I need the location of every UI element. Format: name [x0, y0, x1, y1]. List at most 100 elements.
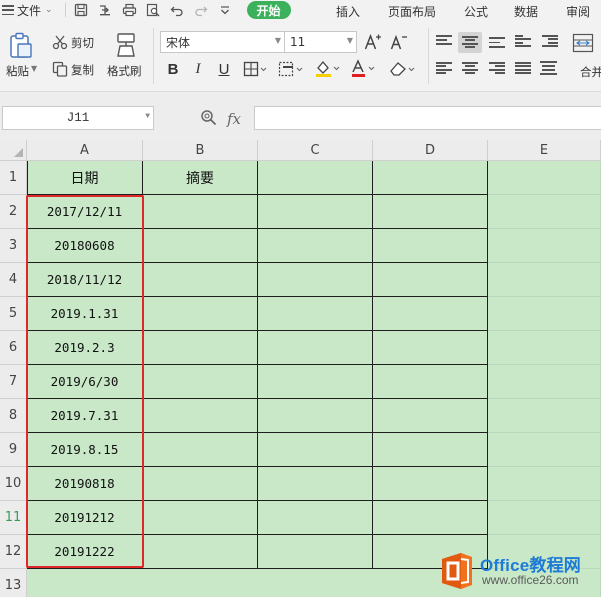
- print-preview-icon[interactable]: [146, 3, 161, 17]
- cell-B6[interactable]: [143, 331, 258, 365]
- cut-label[interactable]: 剪切: [71, 35, 94, 51]
- row-header-9[interactable]: 9: [0, 433, 27, 467]
- paste-icon[interactable]: [8, 32, 34, 63]
- tab-review[interactable]: 审阅: [566, 3, 590, 20]
- cell-style-icon[interactable]: [278, 61, 306, 80]
- format-painter-label[interactable]: 格式刷: [107, 63, 142, 79]
- align-top-icon[interactable]: [436, 35, 452, 45]
- align-left-icon[interactable]: [436, 62, 452, 74]
- redo-icon[interactable]: [194, 3, 209, 17]
- cell-B10[interactable]: [143, 467, 258, 501]
- row-header-13[interactable]: 13: [0, 569, 27, 597]
- cell-B8[interactable]: [143, 399, 258, 433]
- paste-dropdown-icon[interactable]: ▼: [31, 64, 37, 73]
- cell-C3[interactable]: [258, 229, 373, 263]
- save-icon[interactable]: [74, 3, 89, 17]
- column-header-B[interactable]: B: [143, 140, 258, 161]
- column-header-C[interactable]: C: [258, 140, 373, 161]
- zoom-lookup-icon[interactable]: [200, 109, 217, 129]
- underline-icon[interactable]: U: [215, 60, 233, 78]
- cell-D1[interactable]: [373, 161, 488, 195]
- justify-icon[interactable]: [515, 62, 531, 74]
- insert-function-icon[interactable]: fx: [227, 110, 241, 128]
- cell-D8[interactable]: [373, 399, 488, 433]
- cell-C7[interactable]: [258, 365, 373, 399]
- row-header-3[interactable]: 3: [0, 229, 27, 263]
- row-header-4[interactable]: 4: [0, 263, 27, 297]
- tab-page-layout[interactable]: 页面布局: [388, 3, 436, 20]
- cell-D3[interactable]: [373, 229, 488, 263]
- cell-C11[interactable]: [258, 501, 373, 535]
- cell-C12[interactable]: [258, 535, 373, 569]
- cell-C6[interactable]: [258, 331, 373, 365]
- bold-icon[interactable]: B: [164, 60, 182, 78]
- file-menu[interactable]: 文件 ⌄: [0, 0, 53, 20]
- row-header-6[interactable]: 6: [0, 331, 27, 365]
- tab-home[interactable]: 开始: [246, 1, 291, 19]
- cell-B9[interactable]: [143, 433, 258, 467]
- cell-D2[interactable]: [373, 195, 488, 229]
- row-header-10[interactable]: 10: [0, 467, 27, 501]
- cell-C1[interactable]: [258, 161, 373, 195]
- borders-icon[interactable]: [243, 61, 267, 80]
- merge-label[interactable]: 合并: [580, 64, 601, 80]
- tab-formulas[interactable]: 公式: [464, 3, 488, 20]
- format-painter-icon[interactable]: [114, 32, 138, 61]
- tab-insert[interactable]: 插入: [336, 3, 360, 20]
- tab-data[interactable]: 数据: [514, 3, 538, 20]
- cell-B7[interactable]: [143, 365, 258, 399]
- cell-B1[interactable]: 摘要: [143, 161, 258, 195]
- spreadsheet-grid[interactable]: A B C D E 1 2 3 4 5 6 7 8 9 10 11 12 13 日期 摘要 2017/12/11 2018…: [0, 140, 601, 597]
- font-name-select[interactable]: 宋体 ▼: [160, 31, 285, 53]
- cell-B5[interactable]: [143, 297, 258, 331]
- cell-C9[interactable]: [258, 433, 373, 467]
- select-all-corner[interactable]: [0, 140, 27, 161]
- font-size-select[interactable]: 11 ▼: [284, 31, 357, 53]
- cell-B2[interactable]: [143, 195, 258, 229]
- row-header-7[interactable]: 7: [0, 365, 27, 399]
- decrease-font-icon[interactable]: [390, 33, 408, 54]
- orientation-icon[interactable]: [515, 35, 531, 47]
- cell-D7[interactable]: [373, 365, 488, 399]
- name-box[interactable]: J11 ▼: [2, 106, 154, 130]
- distributed-icon[interactable]: [540, 61, 557, 75]
- column-header-D[interactable]: D: [373, 140, 488, 161]
- align-center-icon[interactable]: [462, 62, 478, 74]
- cell-C10[interactable]: [258, 467, 373, 501]
- row-header-1[interactable]: 1: [0, 161, 27, 195]
- cell-B4[interactable]: [143, 263, 258, 297]
- cell-B3[interactable]: [143, 229, 258, 263]
- formula-input[interactable]: [254, 106, 601, 130]
- increase-font-icon[interactable]: [364, 33, 382, 54]
- cell-B11[interactable]: [143, 501, 258, 535]
- copy-icon[interactable]: [52, 61, 68, 80]
- align-middle-icon[interactable]: [462, 36, 478, 48]
- cell-D9[interactable]: [373, 433, 488, 467]
- row-header-12[interactable]: 12: [0, 535, 27, 569]
- cell-D11[interactable]: [373, 501, 488, 535]
- cell-A1[interactable]: 日期: [27, 161, 143, 195]
- row-header-2[interactable]: 2: [0, 195, 27, 229]
- align-right-icon[interactable]: [489, 62, 505, 74]
- row-header-8[interactable]: 8: [0, 399, 27, 433]
- export-icon[interactable]: [98, 3, 113, 17]
- align-bottom-icon[interactable]: [489, 37, 505, 48]
- fill-color-icon[interactable]: [314, 59, 342, 81]
- row-header-11[interactable]: 11: [0, 501, 27, 535]
- cell-D10[interactable]: [373, 467, 488, 501]
- cell-D5[interactable]: [373, 297, 488, 331]
- merge-cells-icon[interactable]: [572, 33, 594, 56]
- eraser-icon[interactable]: [388, 60, 418, 80]
- italic-icon[interactable]: I: [189, 60, 207, 78]
- column-header-A[interactable]: A: [27, 140, 143, 161]
- cell-D6[interactable]: [373, 331, 488, 365]
- indent-icon[interactable]: [542, 35, 558, 47]
- column-header-E[interactable]: E: [488, 140, 601, 161]
- copy-label[interactable]: 复制: [71, 62, 94, 78]
- undo-icon[interactable]: [170, 3, 185, 17]
- cell-D4[interactable]: [373, 263, 488, 297]
- customize-toolbar-icon[interactable]: [218, 3, 233, 17]
- scissors-icon[interactable]: [52, 34, 68, 53]
- cell-C4[interactable]: [258, 263, 373, 297]
- paste-label[interactable]: 粘贴: [6, 63, 29, 79]
